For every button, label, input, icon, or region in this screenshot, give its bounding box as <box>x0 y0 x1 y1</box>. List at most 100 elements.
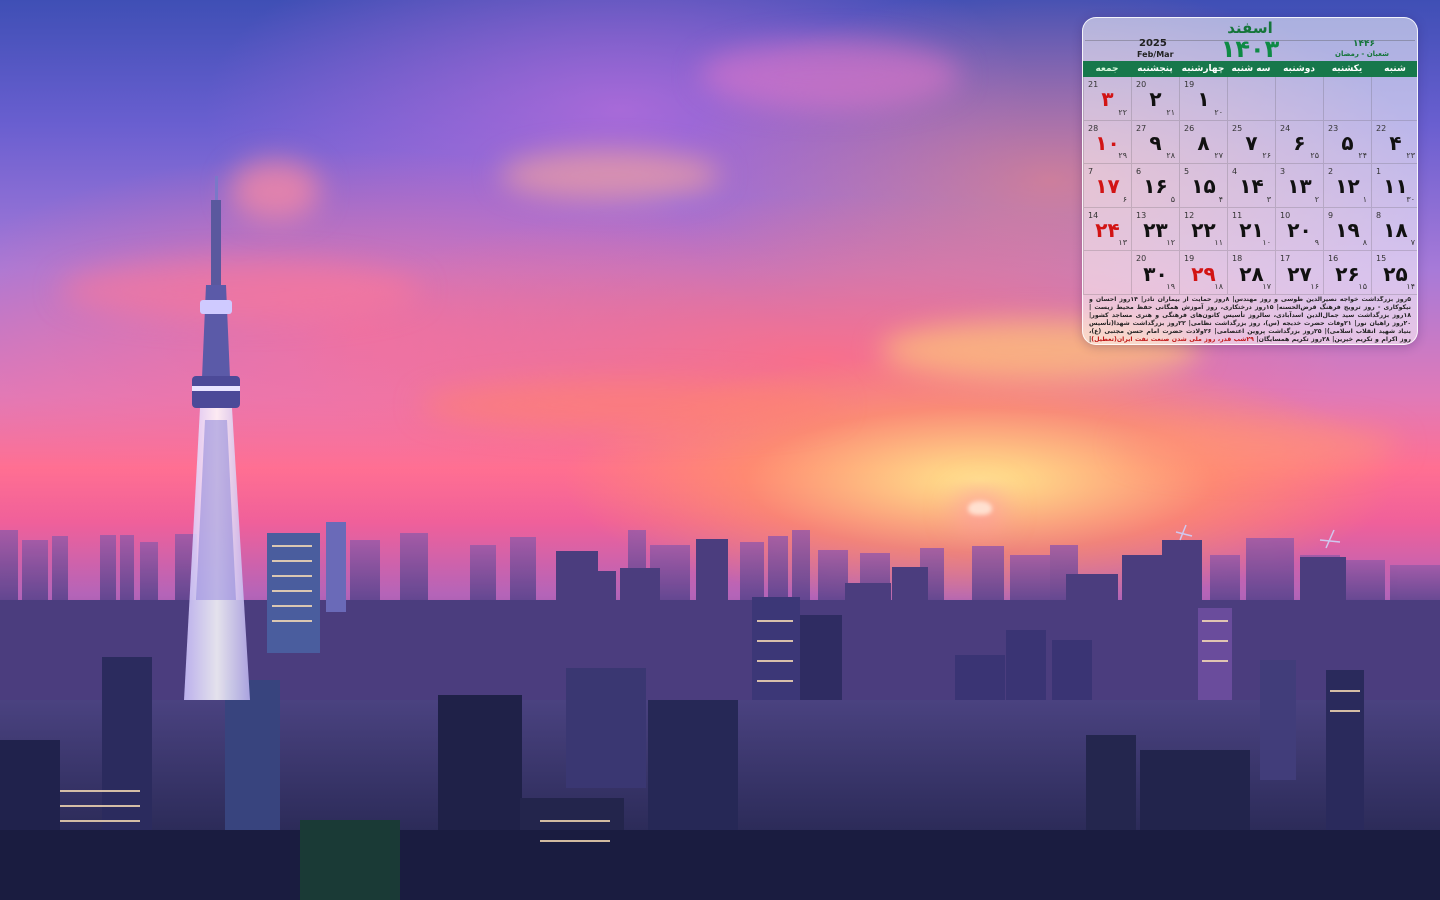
hijri-date: ۲۶ <box>1262 151 1271 161</box>
calendar-day-cell[interactable]: 4 ۱۴ ۳ <box>1227 164 1275 208</box>
hijri-date: ۲۱ <box>1166 107 1175 117</box>
calendar-day-cell[interactable]: 7 ۱۷ ۶ <box>1083 164 1131 208</box>
shamsi-day-number: ۲ <box>1149 87 1162 112</box>
calendar-day-cell[interactable]: 10 ۲۰ ۹ <box>1275 207 1323 252</box>
weekday-tuesday: سه شنبه <box>1231 64 1271 74</box>
calendar-empty-cell <box>1371 77 1417 121</box>
weekday-wednesday: چهارشنبه <box>1181 64 1225 74</box>
calendar-empty-cell <box>1323 77 1371 121</box>
hijri-date: ۲۵ <box>1310 151 1319 161</box>
calendar-day-cell[interactable]: 2 ۱۲ ۱ <box>1323 164 1371 208</box>
shamsi-day-number: ۲۸ <box>1239 261 1264 286</box>
shamsi-day-number: ۲۳ <box>1143 217 1168 242</box>
shamsi-day-number: ۵ <box>1341 130 1354 155</box>
shamsi-day-number: ۳ <box>1101 87 1114 112</box>
hijri-date: ۲۴ <box>1358 151 1367 161</box>
gregorian-date: 26 <box>1184 123 1195 133</box>
skytree-tower <box>184 176 250 700</box>
hijri-date: ۷ <box>1410 238 1415 248</box>
calendar-day-cell[interactable]: 6 ۱۶ ۵ <box>1131 164 1179 208</box>
calendar-day-cell[interactable]: 19 ۱ ۲۰ <box>1179 77 1227 121</box>
gregorian-date: 9 <box>1328 210 1334 220</box>
gregorian-date: 23 <box>1328 123 1339 133</box>
gregorian-date: 25 <box>1232 123 1243 133</box>
calendar-day-cell[interactable]: 27 ۹ ۲۸ <box>1131 120 1179 165</box>
calendar-events-list: ۵روز بزرگداشت خواجه نصیرالدین طوسی و روز… <box>1089 296 1411 344</box>
hijri-date: ۱۷ <box>1262 281 1271 291</box>
shamsi-day-number: ۷ <box>1245 130 1258 155</box>
calendar-day-cell[interactable]: 1 ۱۱ ۳۰ <box>1371 164 1417 208</box>
calendar-day-cell[interactable]: 16 ۲۶ ۱۵ <box>1323 251 1371 295</box>
weekday-monday: دوشنبه <box>1283 64 1315 74</box>
calendar-day-cell[interactable]: 15 ۲۵ ۱۴ <box>1371 251 1417 295</box>
calendar-day-cell[interactable]: 26 ۸ ۲۷ <box>1179 120 1227 165</box>
calendar-day-cell[interactable]: 9 ۱۹ ۸ <box>1323 207 1371 252</box>
calendar-day-cell[interactable]: 12 ۲۲ ۱۱ <box>1179 207 1227 252</box>
shamsi-day-number: ۱۶ <box>1143 174 1168 199</box>
calendar-header: اسفند 2025 Feb/Mar ۱۴۰۳ ۱۴۴۶ شعبان - رمض… <box>1083 18 1417 62</box>
shamsi-day-number: ۴ <box>1389 130 1402 155</box>
shamsi-day-number: ۱ <box>1197 87 1210 112</box>
calendar-empty-cell <box>1083 251 1131 295</box>
hijri-date: ۱۶ <box>1310 281 1319 291</box>
hijri-date: ۳۰ <box>1406 194 1415 204</box>
hijri-date: ۲۷ <box>1214 151 1223 161</box>
calendar-day-cell[interactable]: 5 ۱۵ ۴ <box>1179 164 1227 208</box>
hijri-date: ۹ <box>1314 238 1319 248</box>
hijri-year: ۱۴۴۶ <box>1353 39 1375 49</box>
hijri-date: ۵ <box>1170 194 1175 204</box>
hijri-date: ۶ <box>1122 194 1127 204</box>
shamsi-day-number: ۱۴ <box>1239 174 1264 199</box>
shamsi-day-number: ۲۴ <box>1095 217 1120 242</box>
weekday-sunday: یکشنبه <box>1331 64 1363 74</box>
shamsi-day-number: ۲۵ <box>1383 261 1408 286</box>
calendar-day-cell[interactable]: 25 ۷ ۲۶ <box>1227 120 1275 165</box>
calendar-empty-cell <box>1275 77 1323 121</box>
calendar-day-cell[interactable]: 8 ۱۸ ۷ <box>1371 207 1417 252</box>
shamsi-day-number: ۱۹ <box>1335 217 1360 242</box>
hijri-date: ۲۹ <box>1118 151 1127 161</box>
calendar-day-cell[interactable]: 24 ۶ ۲۵ <box>1275 120 1323 165</box>
calendar-day-cell[interactable]: 18 ۲۸ ۱۷ <box>1227 251 1275 295</box>
calendar-day-cell[interactable]: 22 ۴ ۲۳ <box>1371 120 1417 165</box>
calendar-day-cell[interactable]: 23 ۵ ۲۴ <box>1323 120 1371 165</box>
calendar-day-cell[interactable]: 13 ۲۳ ۱۲ <box>1131 207 1179 252</box>
weekday-friday: جمعه <box>1095 64 1119 74</box>
calendar-day-cell[interactable]: 19 ۲۹ ۱۸ <box>1179 251 1227 295</box>
hijri-date: ۲۲ <box>1118 107 1127 117</box>
calendar-empty-cell <box>1227 77 1275 121</box>
hijri-date: ۱۸ <box>1214 281 1223 291</box>
shamsi-day-number: ۸ <box>1197 130 1210 155</box>
shamsi-day-number: ۱۲ <box>1335 174 1360 199</box>
hijri-date: ۲۸ <box>1166 151 1175 161</box>
hijri-date: ۱۹ <box>1166 281 1175 291</box>
shamsi-day-number: ۲۲ <box>1191 217 1216 242</box>
shamsi-day-number: ۹ <box>1149 130 1162 155</box>
hijri-months: شعبان - رمضان <box>1335 50 1389 58</box>
gregorian-date: 7 <box>1088 167 1094 177</box>
hijri-date: ۲ <box>1314 194 1319 204</box>
gregorian-date: 24 <box>1280 123 1291 133</box>
gregorian-year: 2025 <box>1139 38 1167 49</box>
calendar-day-cell[interactable]: 20 ۲ ۲۱ <box>1131 77 1179 121</box>
shamsi-day-number: ۱۸ <box>1383 217 1408 242</box>
calendar-day-cell[interactable]: 28 ۱۰ ۲۹ <box>1083 120 1131 165</box>
calendar-day-cell[interactable]: 20 ۳۰ ۱۹ <box>1131 251 1179 295</box>
shamsi-day-number: ۱۵ <box>1191 174 1216 199</box>
gregorian-date: 22 <box>1376 123 1387 133</box>
calendar-day-cell[interactable]: 3 ۱۳ ۲ <box>1275 164 1323 208</box>
calendar-day-cell[interactable]: 21 ۳ ۲۲ <box>1083 77 1131 121</box>
hijri-date: ۸ <box>1362 238 1367 248</box>
gregorian-date: 20 <box>1136 80 1147 89</box>
calendar-day-cell[interactable]: 11 ۲۱ ۱۰ <box>1227 207 1275 252</box>
gregorian-date: 6 <box>1136 167 1142 177</box>
calendar-day-cell[interactable]: 17 ۲۷ ۱۶ <box>1275 251 1323 295</box>
gregorian-date: 19 <box>1184 80 1195 89</box>
shamsi-day-number: ۱۷ <box>1095 174 1120 199</box>
calendar-day-cell[interactable]: 14 ۲۴ ۱۳ <box>1083 207 1131 252</box>
gregorian-date: 8 <box>1376 210 1382 220</box>
gregorian-date: 2 <box>1328 167 1334 177</box>
shamsi-day-number: ۳۰ <box>1143 261 1168 286</box>
hijri-date: ۴ <box>1218 194 1223 204</box>
hijri-date: ۲۰ <box>1214 107 1223 117</box>
